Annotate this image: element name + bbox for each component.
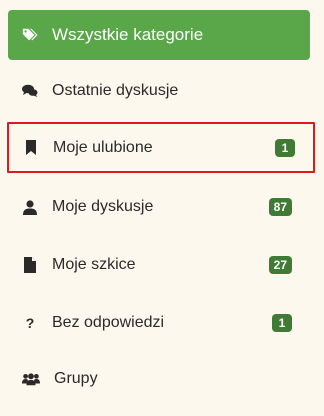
- category-sidebar-menu: Wszystkie kategorie Ostatnie dyskusje Mo…: [0, 0, 324, 416]
- menu-item-label: Grupy: [54, 370, 98, 387]
- users-icon: [22, 371, 40, 387]
- menu-item-label: Moje dyskusje: [52, 198, 154, 215]
- menu-item-groups[interactable]: Grupy: [8, 354, 310, 404]
- bookmark-icon: [23, 140, 39, 156]
- menu-item-my-discussions[interactable]: Moje dyskusje 87: [8, 182, 310, 232]
- user-icon: [22, 199, 38, 215]
- menu-item-unanswered[interactable]: ? Bez odpowiedzi 1: [8, 298, 310, 348]
- menu-item-all-categories[interactable]: Wszystkie kategorie: [8, 10, 310, 60]
- count-badge: 1: [275, 138, 295, 157]
- menu-item-label: Ostatnie dyskusje: [52, 82, 179, 99]
- menu-item-my-drafts[interactable]: Moje szkice 27: [8, 240, 310, 290]
- count-badge: 87: [268, 198, 292, 216]
- menu-item-favorites[interactable]: Moje ulubione 1: [7, 122, 315, 173]
- count-badge: 1: [272, 314, 292, 332]
- menu-item-label: Moje szkice: [52, 256, 136, 273]
- menu-item-label: Wszystkie kategorie: [52, 25, 204, 44]
- tags-icon: [22, 27, 38, 43]
- menu-item-label: Moje ulubione: [53, 138, 153, 156]
- file-icon: [22, 257, 38, 273]
- question-icon: ?: [25, 315, 35, 331]
- comments-icon: [22, 83, 38, 99]
- count-badge: 27: [268, 256, 292, 274]
- menu-item-label: Bez odpowiedzi: [52, 314, 165, 331]
- menu-item-recent-discussions[interactable]: Ostatnie dyskusje: [8, 66, 310, 116]
